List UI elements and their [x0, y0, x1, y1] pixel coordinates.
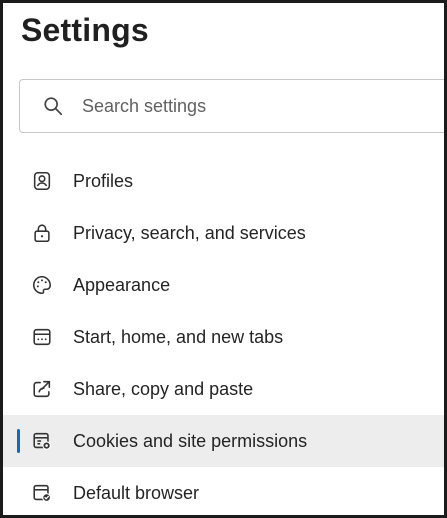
nav-item-privacy[interactable]: Privacy, search, and services — [3, 207, 444, 259]
settings-nav: Profiles Privacy, search, and services A… — [3, 155, 444, 515]
nav-item-label: Start, home, and new tabs — [73, 326, 284, 347]
share-icon — [31, 378, 53, 400]
palette-icon — [31, 274, 53, 296]
nav-item-appearance[interactable]: Appearance — [3, 259, 444, 311]
nav-item-label: Privacy, search, and services — [73, 222, 306, 243]
lock-icon — [31, 222, 53, 244]
tabs-icon — [31, 326, 53, 348]
nav-item-label: Default browser — [73, 482, 200, 503]
nav-item-label: Share, copy and paste — [73, 378, 254, 399]
nav-item-label: Profiles — [73, 170, 134, 191]
search-input[interactable] — [80, 94, 384, 118]
nav-item-profiles[interactable]: Profiles — [3, 155, 444, 207]
settings-panel: Settings Profiles — [0, 0, 447, 518]
nav-item-share-copy-paste[interactable]: Share, copy and paste — [3, 363, 444, 415]
default-browser-icon — [31, 482, 53, 504]
nav-item-cookies-site-permissions[interactable]: Cookies and site permissions — [3, 415, 444, 467]
cookies-site-permissions-icon — [31, 430, 53, 452]
profile-icon — [31, 170, 53, 192]
nav-item-label: Cookies and site permissions — [73, 430, 308, 451]
nav-item-default-browser[interactable]: Default browser — [3, 467, 444, 515]
search-box[interactable] — [19, 79, 444, 133]
nav-item-label: Appearance — [73, 274, 171, 295]
search-icon — [44, 97, 63, 116]
page-title: Settings — [21, 12, 149, 48]
nav-item-start-home-tabs[interactable]: Start, home, and new tabs — [3, 311, 444, 363]
selected-indicator — [17, 429, 20, 453]
